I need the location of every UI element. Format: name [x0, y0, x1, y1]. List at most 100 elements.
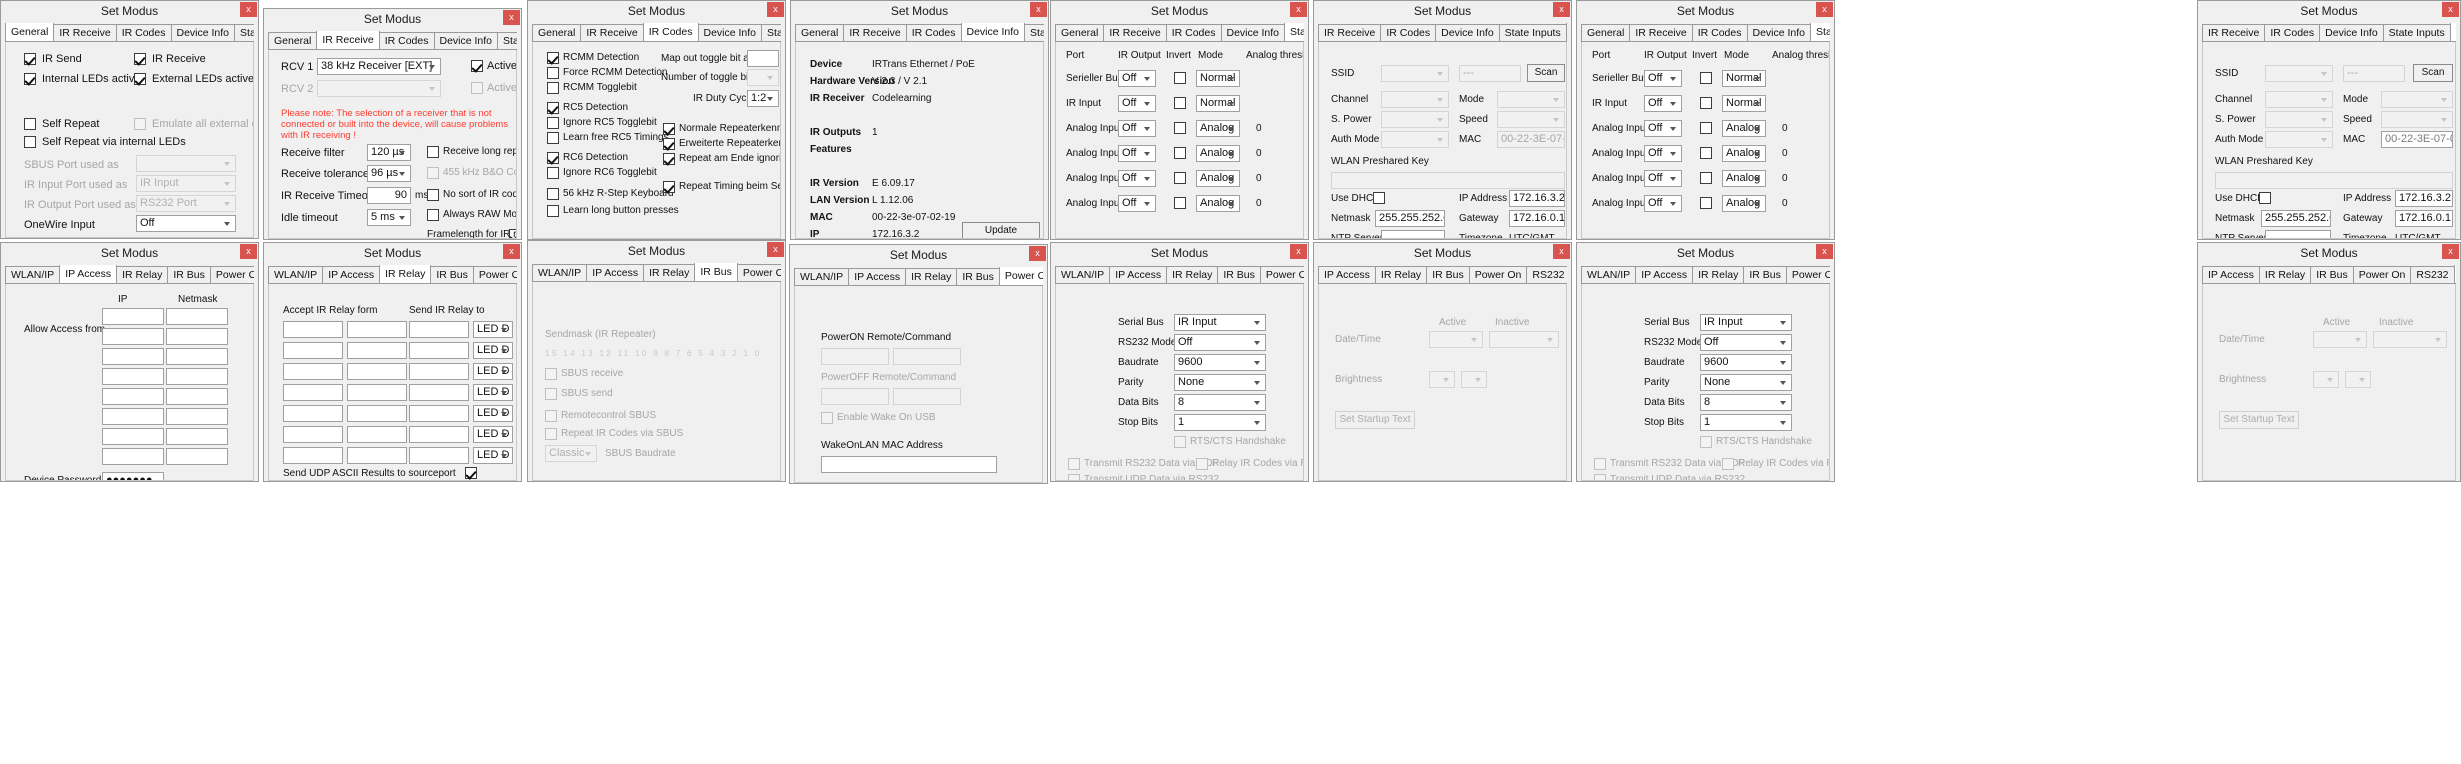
tab-wlan-ip[interactable]: WLAN/IP [1565, 23, 1567, 41]
dropdown-mode-4[interactable]: Analog [1196, 170, 1240, 187]
input-udp-rcv-ip[interactable] [359, 480, 407, 481]
checkbox-repeat-timing-beim-senden[interactable] [663, 181, 675, 193]
tab-wlan-ip[interactable]: WLAN/IP [5, 266, 61, 283]
checkbox-ir-receive[interactable] [134, 53, 146, 65]
checkbox-transmit-rs232-via-udp[interactable] [1068, 458, 1080, 470]
checkbox-remotecontrol-sbus[interactable] [545, 410, 557, 422]
dropdown-mode-2[interactable]: Analog [1196, 120, 1240, 137]
dropdown-brightness-inactive[interactable] [2345, 371, 2371, 388]
checkbox-rc5-detection[interactable] [547, 102, 559, 114]
tab-ip-access[interactable]: IP Access [59, 265, 118, 283]
tab-device-info[interactable]: Device Info [697, 24, 763, 41]
input-gateway[interactable]: 172.16.0.1 [2395, 210, 2453, 227]
tab-ip-access[interactable]: IP Access [1318, 266, 1376, 283]
input-poweron-command[interactable] [893, 348, 961, 365]
input-ntp-server[interactable] [2265, 230, 2331, 238]
input-udp-rcv-port[interactable] [411, 480, 443, 481]
input-accept-3[interactable] [283, 384, 343, 401]
tab-ip-access[interactable]: IP Access [586, 264, 645, 281]
checkbox-invert-2[interactable] [1174, 122, 1186, 134]
checkbox-transmit-rs232-via-udp[interactable] [1594, 458, 1606, 470]
tab-ir-bus[interactable]: IR Bus [1426, 266, 1470, 283]
tab-ir-relay[interactable]: IR Relay [643, 264, 696, 281]
input-accept-4[interactable] [283, 405, 343, 422]
tab-ir-codes[interactable]: IR Codes [642, 23, 699, 41]
dropdown-mode-0[interactable]: Normal [1196, 70, 1240, 87]
tab-state-inputs[interactable]: State Inputs [1024, 24, 1044, 41]
dropdown-rs232-mode[interactable]: Off [1700, 334, 1792, 351]
tab-state-inputs[interactable]: State Inputs [497, 32, 517, 49]
tab-ir-codes[interactable]: IR Codes [1165, 24, 1222, 41]
tab-power-on[interactable]: Power On [472, 266, 517, 283]
tab-ir-bus[interactable]: IR Bus [694, 263, 738, 281]
input-wlan-preshared-key[interactable] [2215, 172, 2453, 189]
tab-general[interactable]: General [795, 24, 845, 41]
input-send-1[interactable] [409, 342, 469, 359]
input-send-4[interactable] [409, 405, 469, 422]
tab-ir-receive[interactable]: IR Receive [316, 31, 380, 49]
input-ip-7[interactable] [102, 448, 164, 465]
dropdown-brightness-inactive[interactable] [1461, 371, 1487, 388]
dropdown-stop-bits[interactable]: 1 [1700, 414, 1792, 431]
dropdown-rs232-mode[interactable]: Off [1174, 334, 1266, 351]
tab-wlan-ip[interactable]: WLAN/IP [2449, 23, 2456, 41]
checkbox-repeat-am-ende-ignorieren[interactable] [663, 153, 675, 165]
tab-wlan-ip[interactable]: WLAN/IP [1055, 266, 1111, 283]
tab-power-on[interactable]: Power On [998, 267, 1043, 285]
tab-power-on[interactable]: Power On [1259, 266, 1304, 283]
checkbox-invert-5[interactable] [1700, 197, 1712, 209]
checkbox-transmit-udp-via-rs232[interactable] [1594, 474, 1606, 480]
input-ntp-server[interactable] [1381, 230, 1445, 238]
tab-ir-codes[interactable]: IR Codes [378, 32, 435, 49]
tab-ir-codes[interactable]: IR Codes [1380, 24, 1437, 41]
tab-device-info[interactable]: Device Info [1746, 24, 1812, 41]
dropdown-led-0[interactable]: LED D [473, 321, 513, 338]
dropdown-ir-input-port-used-as[interactable]: IR Input [136, 175, 236, 192]
tab-wlan-ip[interactable]: WLAN/IP [268, 266, 324, 283]
dropdown-data-bits[interactable]: 8 [1174, 394, 1266, 411]
tab-ir-codes[interactable]: IR Codes [2264, 24, 2321, 41]
tab-ip-access[interactable]: IP Access [1635, 266, 1694, 283]
dropdown-ir-duty-cycle[interactable]: 1:2 [747, 90, 779, 107]
input-netmask-5[interactable] [166, 408, 228, 425]
tab-state-inputs[interactable]: State Inputs [2382, 24, 2451, 41]
dropdown-s-power[interactable] [1381, 111, 1449, 128]
dropdown-idle-timeout[interactable]: 5 ms [367, 209, 411, 226]
input-ip-0[interactable] [102, 308, 164, 325]
dropdown-mode-1[interactable]: Normal [1722, 95, 1766, 112]
input-poweron-remote[interactable] [821, 348, 889, 365]
tab-wlan-ip[interactable]: WLAN/IP [1581, 266, 1637, 283]
dropdown-ir-output-1[interactable]: Off [1644, 95, 1682, 112]
input-netmask[interactable]: 255.255.252.0 [1375, 210, 1445, 227]
input-send-3[interactable] [409, 384, 469, 401]
checkbox-transmit-udp-via-rs232[interactable] [1068, 474, 1080, 480]
checkbox-rc6-detection[interactable] [547, 152, 559, 164]
close-icon[interactable]: x [1029, 246, 1046, 261]
input-mac[interactable]: 00-22-3E-07-02-19 [1497, 131, 1565, 148]
input-netmask[interactable]: 255.255.252.0 [2261, 210, 2331, 227]
dropdown-mode-5[interactable]: Analog [1722, 195, 1766, 212]
input-accept-2b[interactable] [347, 363, 407, 380]
checkbox-rcv2-active[interactable] [471, 82, 483, 94]
close-icon[interactable]: x [1030, 2, 1047, 17]
checkbox-force-rcmm-detection[interactable] [547, 67, 559, 79]
dropdown-led-3[interactable]: LED D [473, 384, 513, 401]
dropdown-mode-5[interactable]: Analog [1196, 195, 1240, 212]
close-icon[interactable]: x [767, 2, 784, 17]
tab-ir-codes[interactable]: IR Codes [905, 24, 962, 41]
dropdown-speed[interactable] [2381, 111, 2453, 128]
checkbox-invert-3[interactable] [1700, 147, 1712, 159]
input-ip-5[interactable] [102, 408, 164, 425]
update-firmware-button[interactable]: Update Firmware [962, 222, 1040, 238]
tab-rs232[interactable]: RS232 [1526, 266, 1567, 283]
dropdown-ir-output-1[interactable]: Off [1118, 95, 1156, 112]
input-accept-1b[interactable] [347, 342, 407, 359]
checkbox-send-udp-ascii-results[interactable] [465, 467, 477, 479]
input-ip-3[interactable] [102, 368, 164, 385]
input-poweroff-remote[interactable] [821, 388, 889, 405]
input-netmask-0[interactable] [166, 308, 228, 325]
tab-state-inputs[interactable]: State Inputs [1498, 24, 1567, 41]
dropdown-mode[interactable] [1497, 91, 1565, 108]
checkbox-invert-4[interactable] [1174, 172, 1186, 184]
tab-ip-access[interactable]: IP Access [848, 268, 907, 285]
